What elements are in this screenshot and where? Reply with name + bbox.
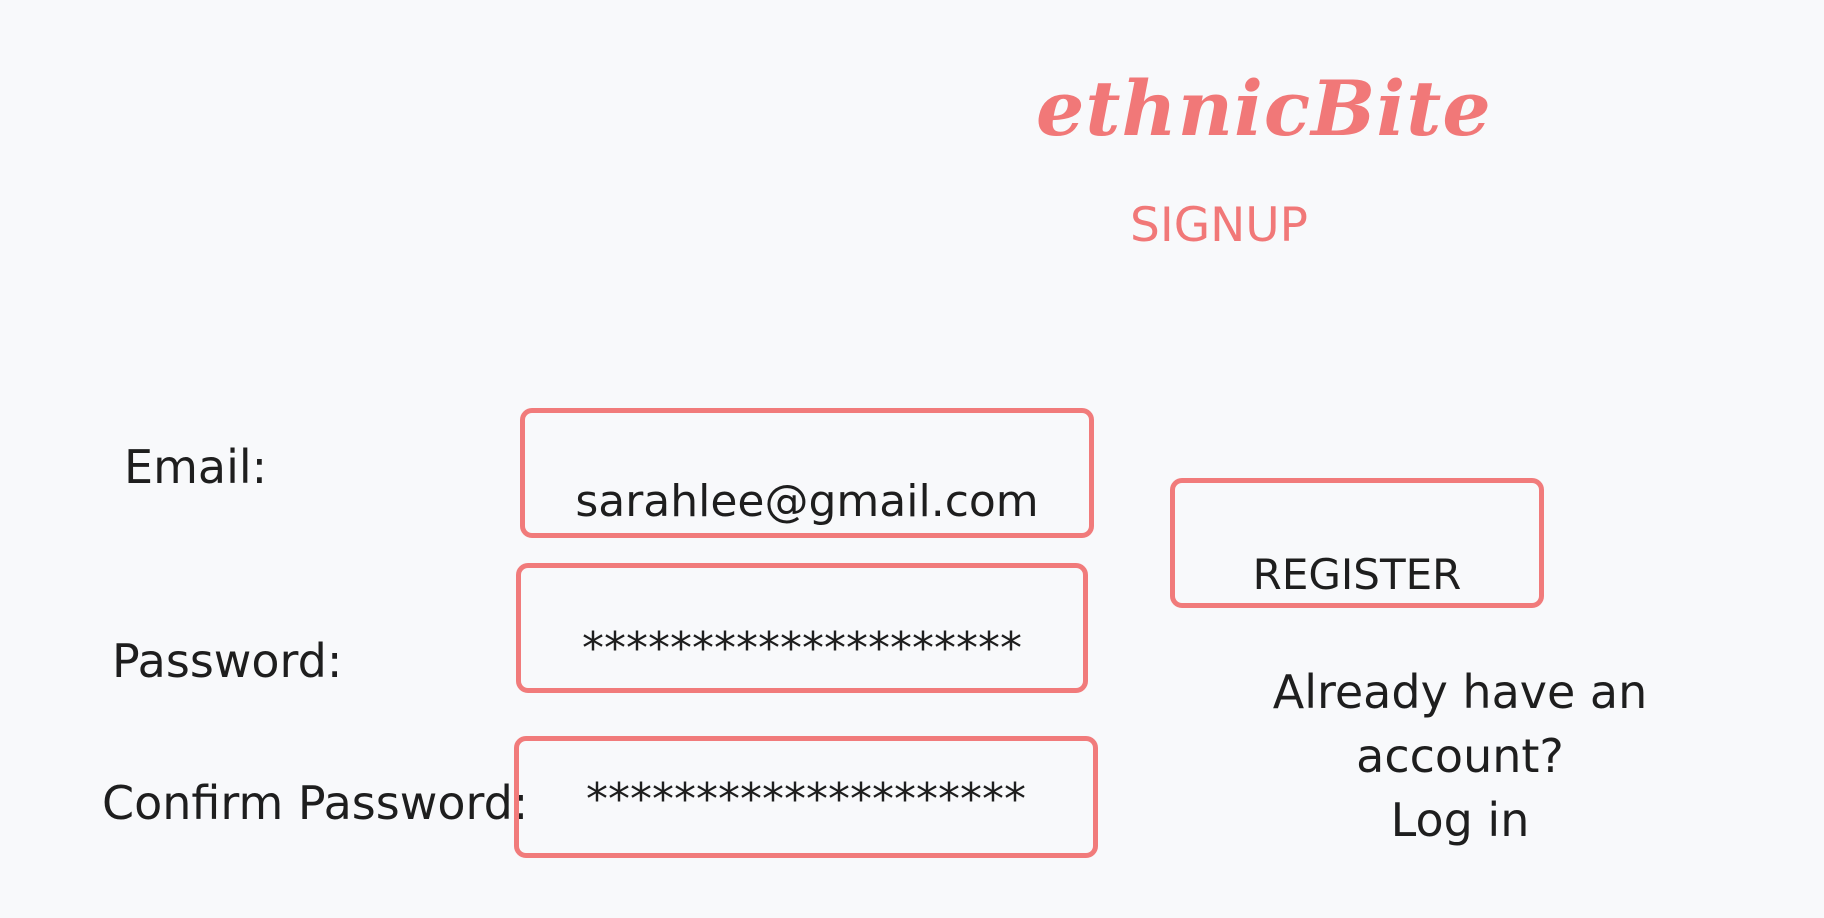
app-logo: ethnicBite [1036,64,1492,153]
password-field[interactable]: ******************** [516,563,1088,693]
login-prompt: Already have an account? Log in [1170,660,1750,852]
register-button[interactable]: REGISTER [1170,478,1544,608]
email-label: Email: [124,440,268,494]
confirm-password-field-value: ******************** [586,773,1026,825]
confirm-password-label: Confirm Password: [102,776,529,830]
login-link[interactable]: Log in [1391,788,1530,852]
confirm-password-field[interactable]: ******************** [514,736,1098,858]
page-title: SIGNUP [1130,198,1309,253]
password-label: Password: [112,634,343,688]
login-prompt-text: Already have an account? [1272,665,1648,783]
password-field-value: ******************** [582,622,1022,674]
email-field[interactable]: sarahlee@gmail.com [520,408,1094,538]
email-field-value: sarahlee@gmail.com [575,476,1039,527]
register-button-label: REGISTER [1252,550,1462,599]
signup-page: ethnicBite SIGNUP Email: sarahlee@gmail.… [0,0,1824,918]
